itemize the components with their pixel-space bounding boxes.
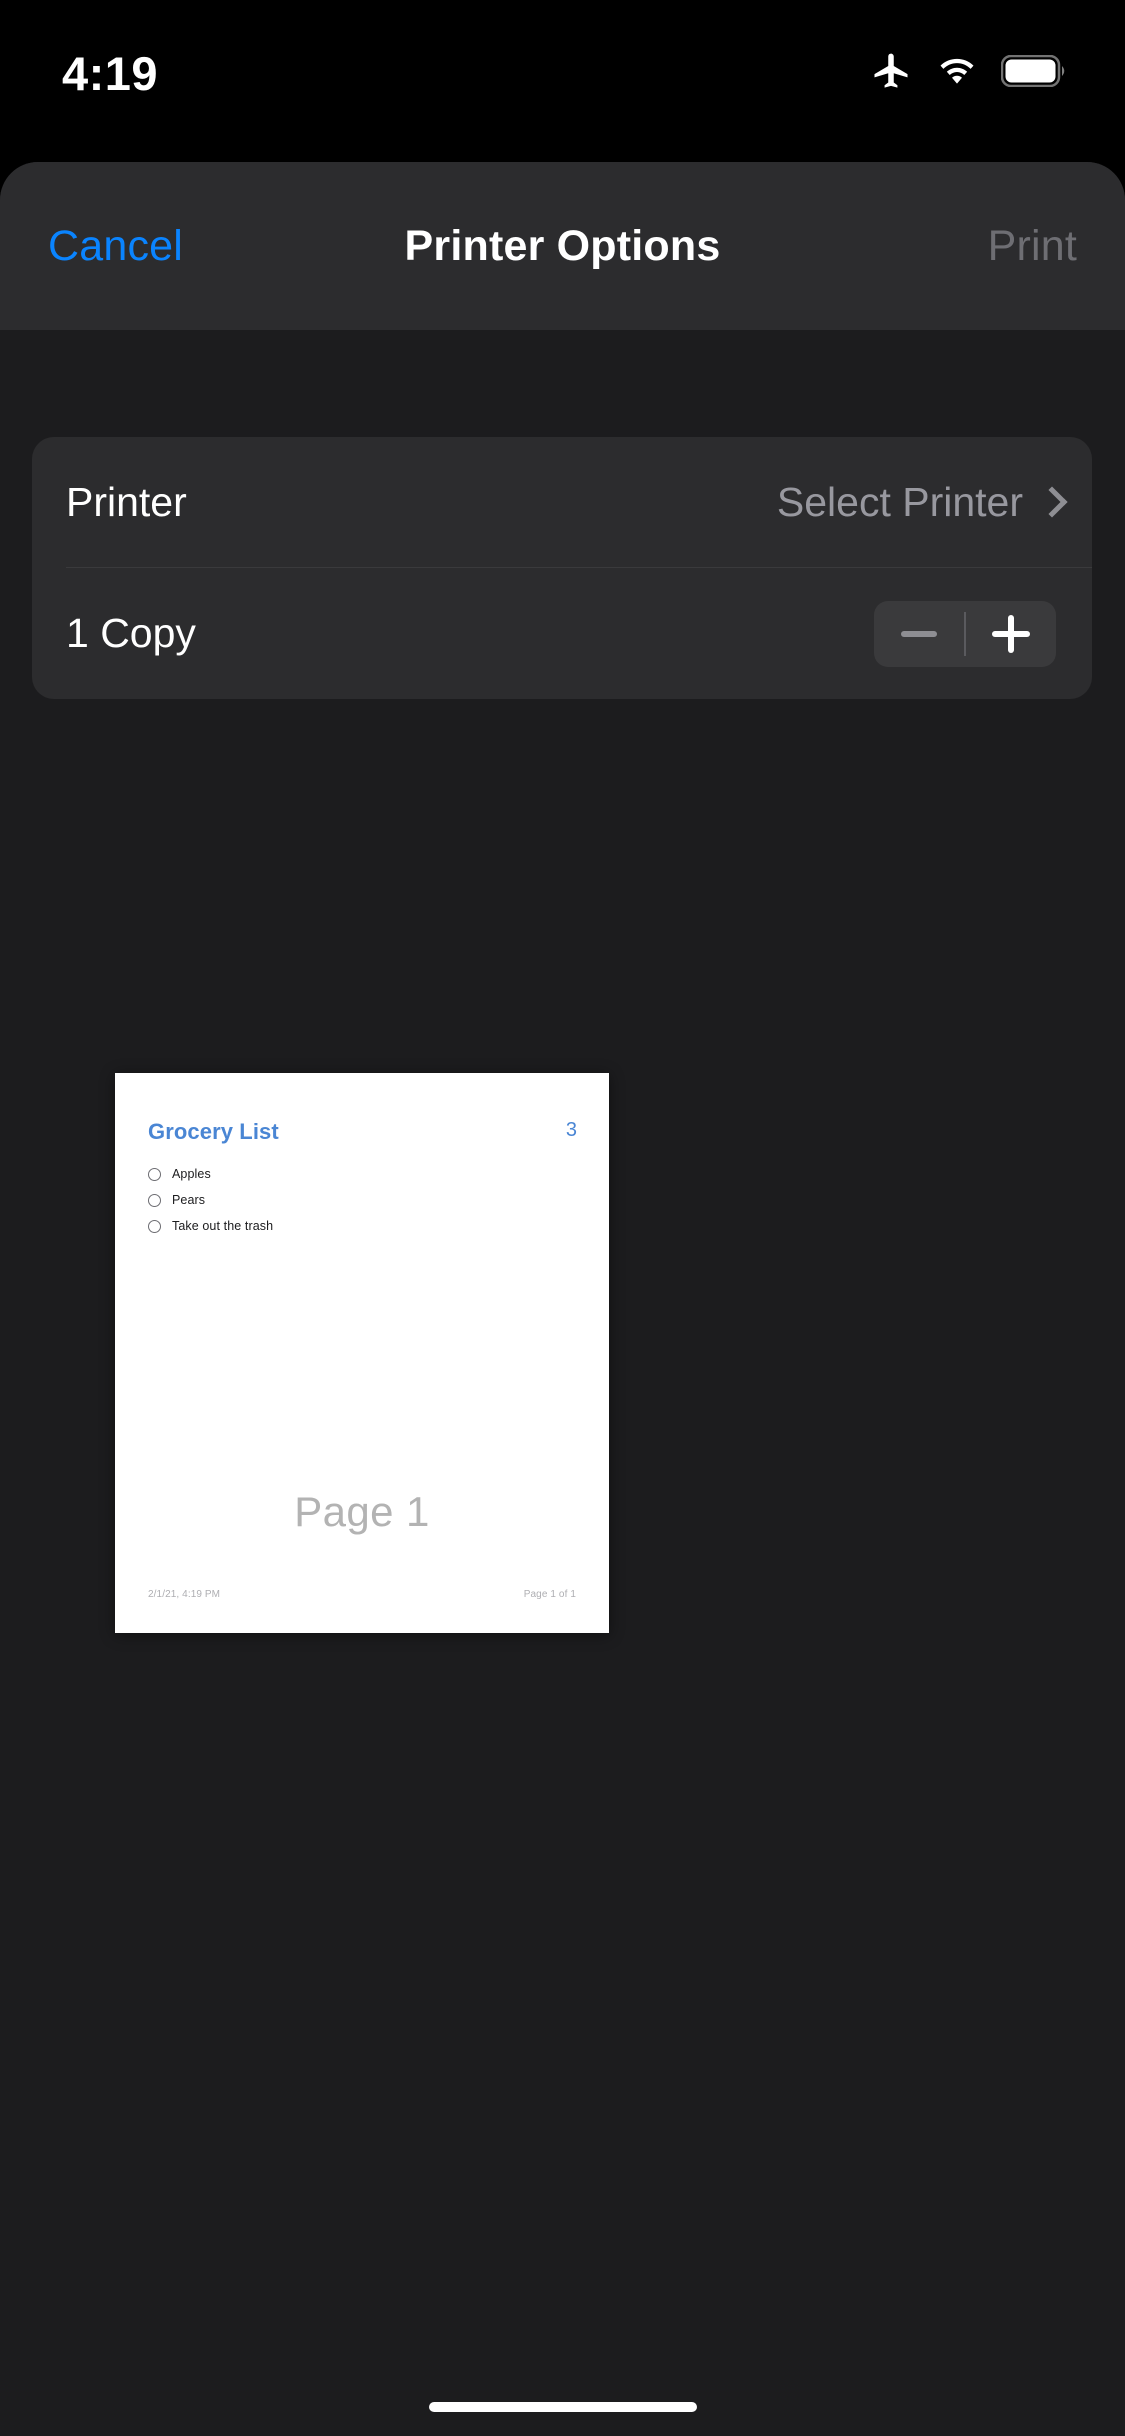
status-bar-icons — [869, 48, 1067, 99]
checkbox-circle-icon — [148, 1167, 161, 1181]
cancel-button[interactable]: Cancel — [48, 222, 183, 271]
list-item-label: Take out the trash — [172, 1219, 274, 1233]
print-button[interactable]: Print — [988, 222, 1077, 271]
navigation-bar: Cancel Printer Options Print — [0, 162, 1125, 330]
phone-screen: 4:19 Cancel Printer Options Print Printe… — [0, 0, 1125, 2436]
list-item: Take out the trash — [148, 1219, 609, 1233]
document-title: Grocery List — [148, 1119, 279, 1144]
printer-row-label: Printer — [66, 479, 187, 525]
checkbox-circle-icon — [148, 1193, 161, 1207]
status-bar-time: 4:19 — [62, 46, 159, 100]
page-number-watermark: Page 1 — [294, 1488, 430, 1535]
wifi-icon — [934, 48, 980, 99]
battery-icon — [1000, 54, 1067, 92]
list-item: Pears — [148, 1193, 609, 1207]
document-footer-timestamp: 2/1/21, 4:19 PM — [148, 1589, 221, 1600]
printer-row-value-group: Select Printer — [777, 479, 1056, 526]
minus-icon — [901, 630, 937, 637]
copies-row-label: 1 Copy — [66, 610, 196, 656]
copies-stepper[interactable] — [874, 600, 1056, 667]
document-checklist: Apples Pears Take out the trash — [115, 1145, 609, 1233]
document-item-count: 3 — [565, 1119, 577, 1141]
checkbox-circle-icon — [148, 1219, 161, 1233]
list-item-label: Apples — [172, 1167, 211, 1181]
decrement-copies-button[interactable] — [874, 601, 964, 667]
home-indicator[interactable] — [428, 2402, 697, 2412]
printer-select-row[interactable]: Printer Select Printer — [32, 437, 1092, 568]
airplane-mode-icon — [869, 49, 913, 98]
status-bar: 4:19 — [0, 0, 1125, 132]
chevron-right-icon — [1041, 489, 1056, 516]
document-footer: 2/1/21, 4:19 PM Page 1 of 1 — [148, 1589, 576, 1600]
plus-icon — [992, 614, 1030, 653]
document-preview-page[interactable]: Grocery List 3 Apples Pears Take out the… — [115, 1073, 609, 1633]
printer-row-value: Select Printer — [776, 479, 1023, 525]
document-header: Grocery List 3 — [115, 1073, 609, 1145]
printer-options-card: Printer Select Printer 1 Copy — [32, 437, 1092, 699]
printer-options-sheet: Cancel Printer Options Print Printer Sel… — [0, 162, 1125, 2436]
increment-copies-button[interactable] — [966, 601, 1056, 667]
document-footer-pagination: Page 1 of 1 — [523, 1589, 576, 1600]
list-item-label: Pears — [172, 1193, 206, 1207]
copies-row: 1 Copy — [32, 568, 1092, 699]
list-item: Apples — [148, 1167, 609, 1181]
